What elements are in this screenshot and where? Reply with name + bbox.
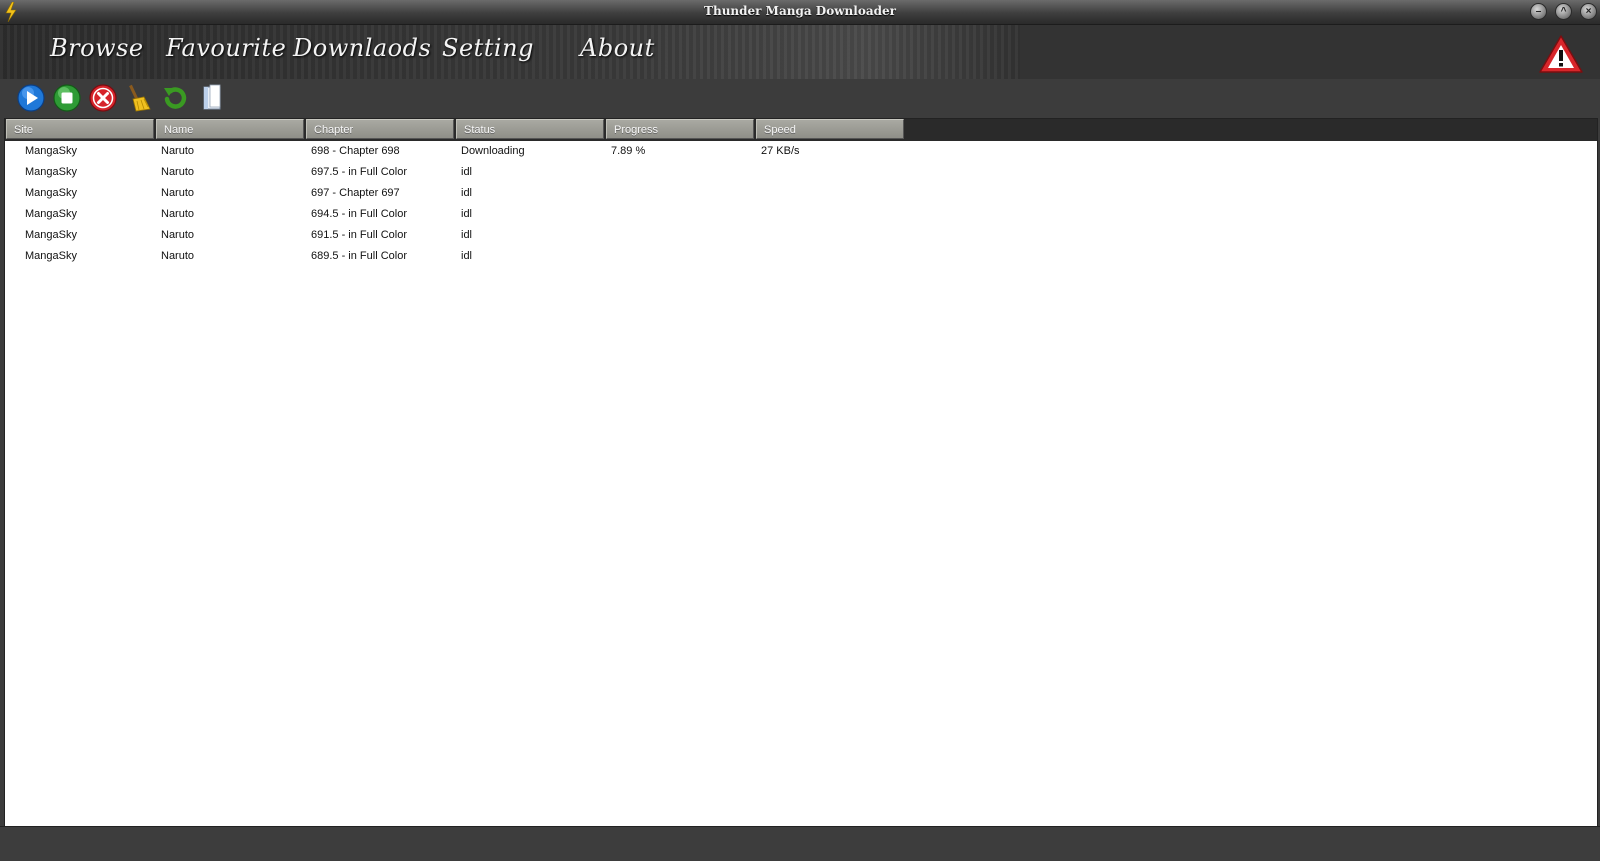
column-header-name[interactable]: Name [156,119,304,139]
stop-icon[interactable] [52,83,82,113]
cell-name: Naruto [161,145,195,157]
window-title: Thunder Manga Downloader [704,4,896,18]
cell-chapter: 689.5 - in Full Color [311,250,407,262]
cell-chapter: 698 - Chapter 698 [311,145,400,157]
cell-site: MangaSky [25,187,77,199]
close-button[interactable]: × [1580,3,1597,20]
play-icon[interactable] [16,83,46,113]
table-row[interactable]: MangaSky Naruto 697.5 - in Full Color id… [5,163,1597,184]
cancel-icon[interactable] [88,83,118,113]
minimize-icon: – [1535,6,1542,17]
cell-chapter: 697 - Chapter 697 [311,187,400,199]
menu-about[interactable]: About [580,34,655,62]
cell-status: idl [461,166,473,178]
cell-site: MangaSky [25,250,77,262]
cell-chapter: 691.5 - in Full Color [311,229,407,241]
main-menu: Browse Favourite Downlaods Setting About [0,25,1600,79]
table-row[interactable]: MangaSky Naruto 694.5 - in Full Color id… [5,205,1597,226]
column-header-speed[interactable]: Speed [756,119,904,139]
menu-downloads[interactable]: Downlaods [293,34,431,62]
cell-name: Naruto [161,187,195,199]
close-icon: × [1585,6,1592,17]
table-row[interactable]: MangaSky Naruto 698 - Chapter 698 Downlo… [5,142,1597,163]
cell-site: MangaSky [25,229,77,241]
cell-status: idl [461,187,473,199]
cell-name: Naruto [161,208,195,220]
menu-browse[interactable]: Browse [50,34,144,62]
document-icon[interactable] [198,83,228,113]
column-header-chapter[interactable]: Chapter [306,119,454,139]
cell-status: idl [461,229,473,241]
cell-chapter: 697.5 - in Full Color [311,166,407,178]
cell-status: Downloading [461,145,525,157]
cell-progress: 7.89 % [611,145,646,157]
broom-icon[interactable] [124,83,154,113]
maximize-button[interactable]: ^ [1555,3,1572,20]
cell-site: MangaSky [25,166,77,178]
cell-speed: 27 KB/s [761,145,800,157]
cell-status: idl [461,208,473,220]
refresh-icon[interactable] [160,83,190,113]
menu-setting[interactable]: Setting [442,34,534,62]
column-header-progress[interactable]: Progress [606,119,754,139]
title-bar[interactable]: Thunder Manga Downloader – ^ × [0,0,1600,25]
cell-site: MangaSky [25,208,77,220]
maximize-icon: ^ [1560,6,1567,17]
table-header: Site Name Chapter Status Progress Speed [5,119,1597,141]
cell-status: idl [461,250,473,262]
column-header-site[interactable]: Site [6,119,154,139]
status-bar [0,826,1600,861]
warning-icon[interactable] [1538,34,1584,74]
downloads-table[interactable]: Site Name Chapter Status Progress Speed … [4,118,1598,828]
table-row[interactable]: MangaSky Naruto 691.5 - in Full Color id… [5,226,1597,247]
menu-favourite[interactable]: Favourite [166,34,286,62]
toolbar [0,79,1600,117]
column-header-status[interactable]: Status [456,119,604,139]
table-row[interactable]: MangaSky Naruto 697 - Chapter 697 idl [5,184,1597,205]
cell-name: Naruto [161,166,195,178]
cell-site: MangaSky [25,145,77,157]
minimize-button[interactable]: – [1530,3,1547,20]
cell-name: Naruto [161,229,195,241]
cell-name: Naruto [161,250,195,262]
app-window: Thunder Manga Downloader – ^ × Browse Fa… [0,0,1600,861]
table-row[interactable]: MangaSky Naruto 689.5 - in Full Color id… [5,247,1597,268]
cell-chapter: 694.5 - in Full Color [311,208,407,220]
